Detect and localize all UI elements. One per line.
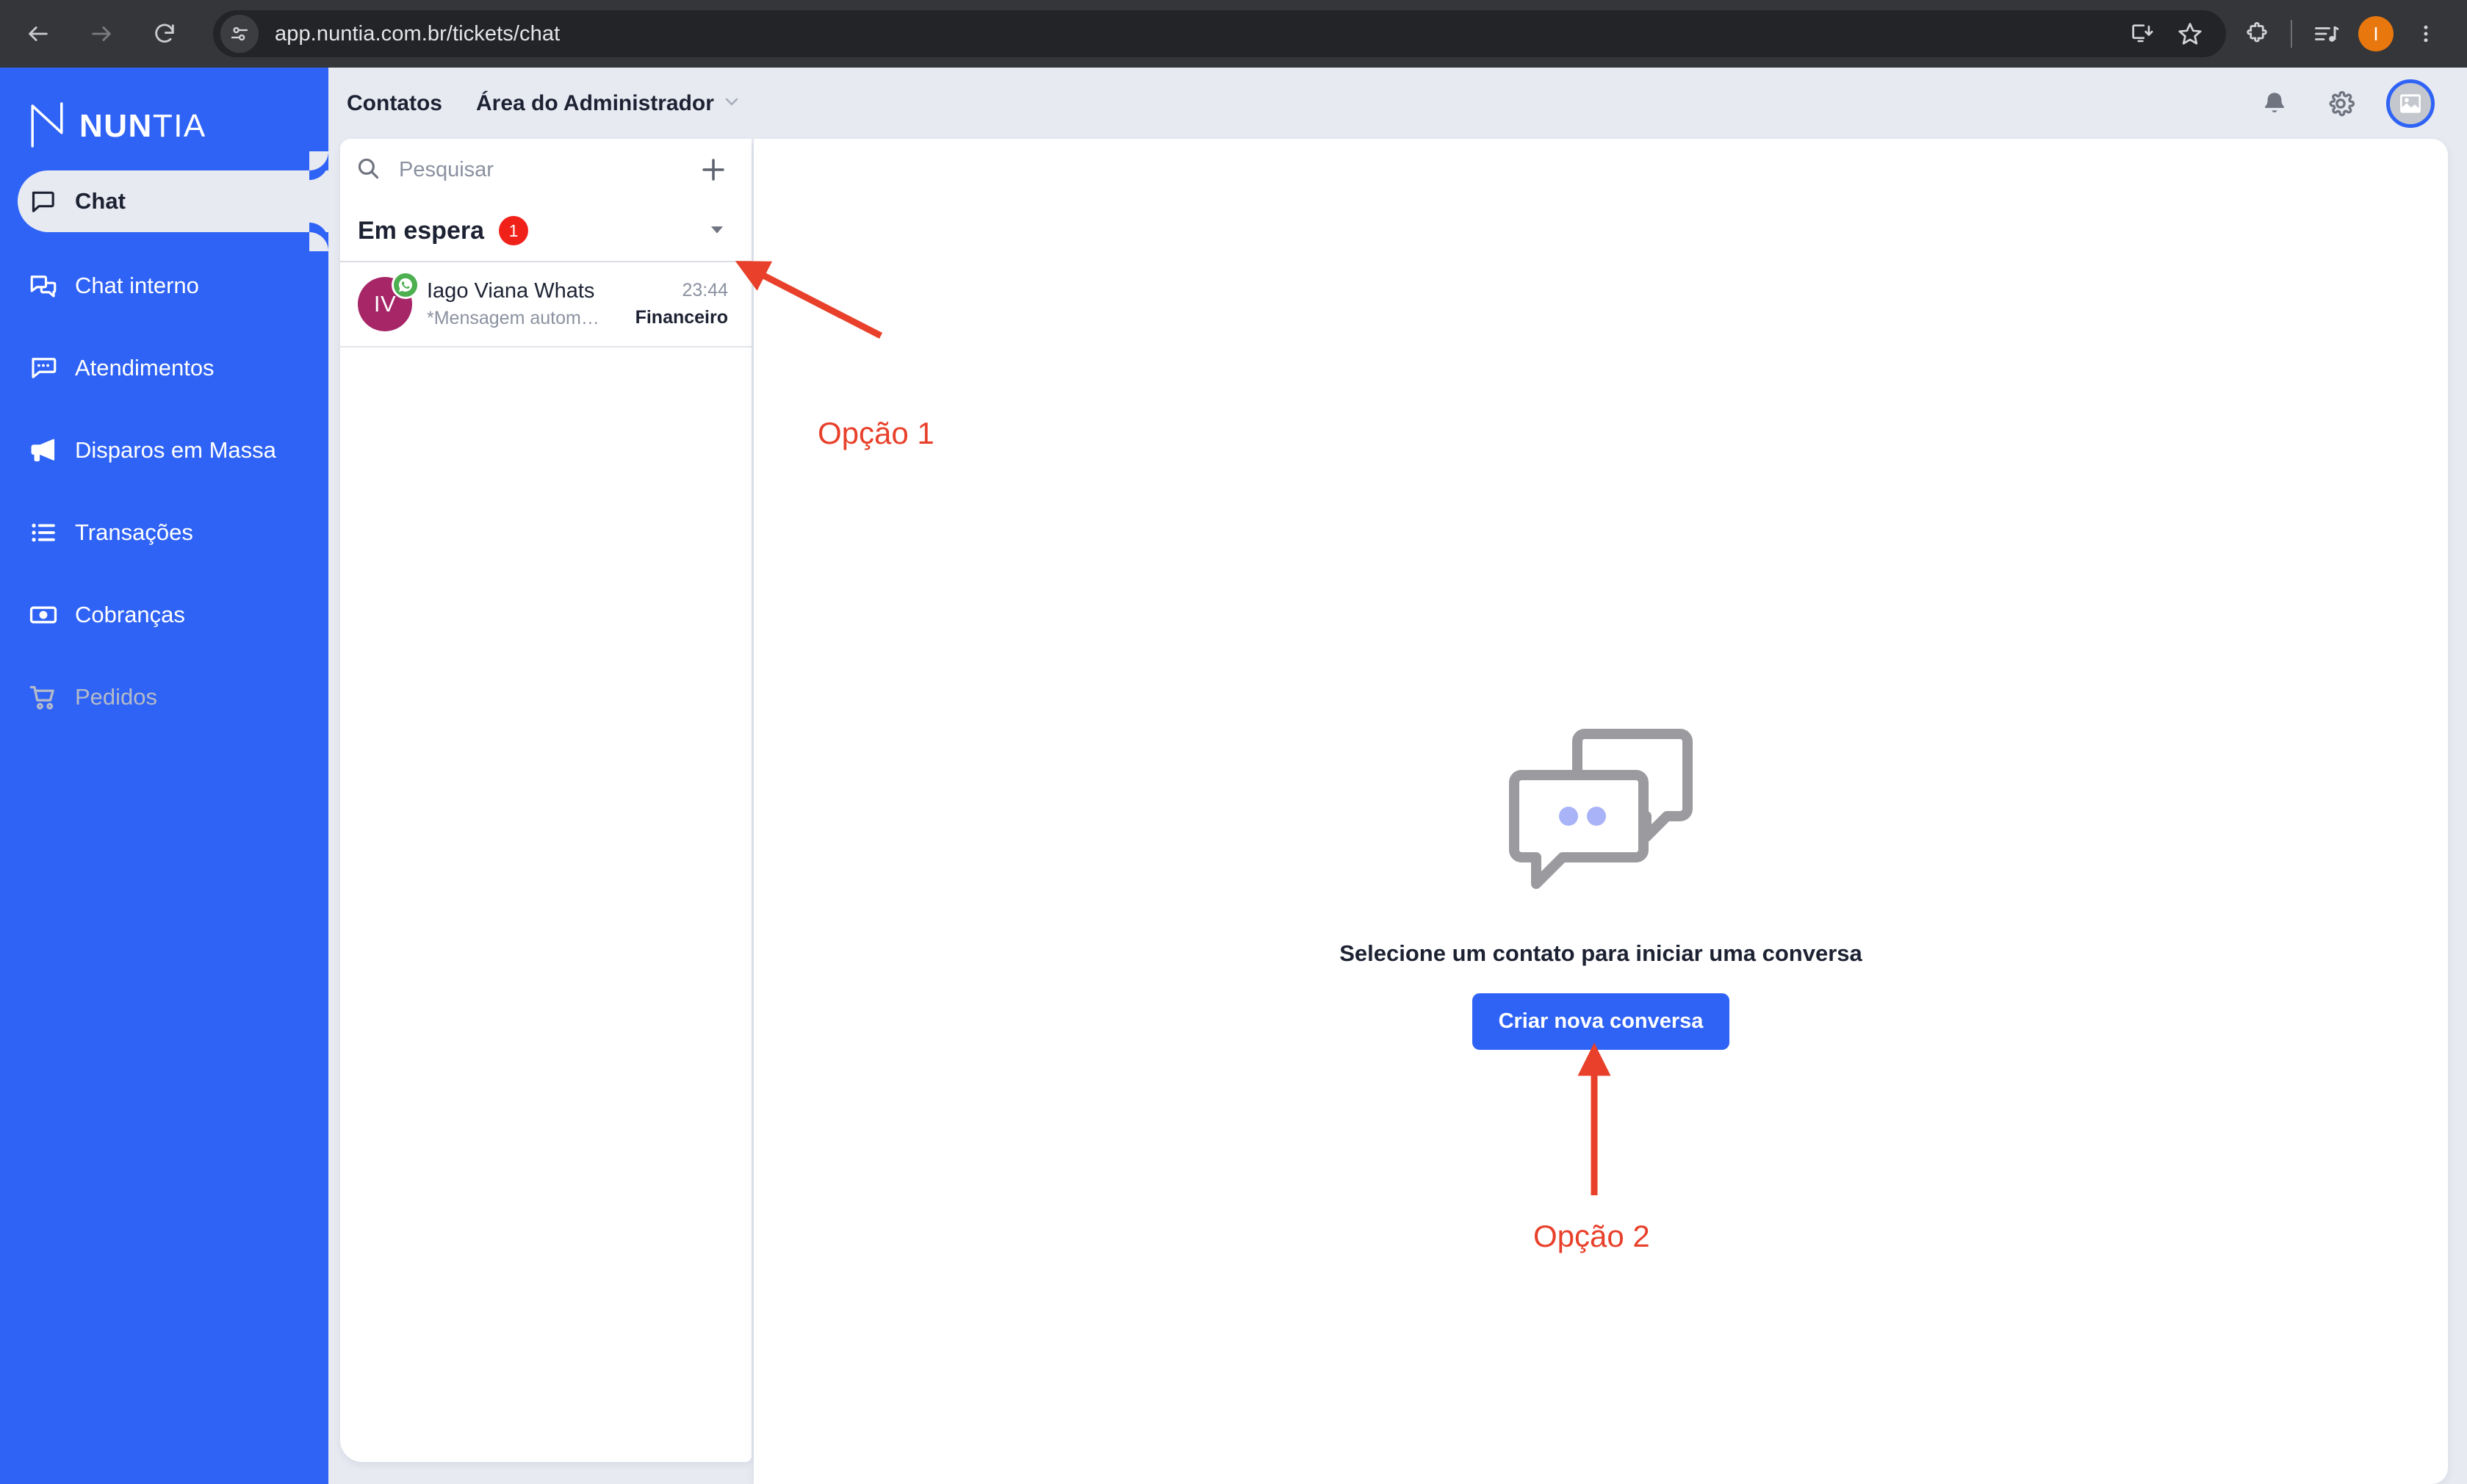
contact-meta: 23:44 Financeiro — [635, 280, 728, 328]
sidebar-item-label: Cobranças — [75, 602, 185, 627]
create-conversation-button[interactable]: Criar nova conversa — [1472, 993, 1730, 1050]
nav-contatos[interactable]: Contatos — [347, 91, 442, 116]
kebab-menu-icon — [2424, 25, 2428, 43]
sidebar-item-label: Chat — [75, 188, 126, 214]
nav-area-do-administrador-label: Área do Administrador — [476, 90, 714, 115]
sidebar-item-atendimentos[interactable]: Atendimentos — [0, 339, 328, 397]
logo-text: NUNTIA — [79, 108, 206, 145]
two-chat-bubbles-icon — [1502, 712, 1699, 898]
sidebar-item-chat[interactable]: Chat — [18, 151, 328, 251]
notifications-button[interactable] — [2248, 77, 2301, 130]
nav-area-do-administrador[interactable]: Área do Administrador — [476, 91, 741, 116]
empty-state-title: Selecione um contato para iniciar uma co… — [1339, 940, 1862, 966]
install-app-button[interactable] — [2117, 10, 2166, 58]
megaphone-icon — [28, 435, 62, 466]
sidebar-item-label: Atendimentos — [75, 355, 215, 381]
empty-state: Selecione um contato para iniciar uma co… — [754, 712, 2448, 1050]
chat-bubble-icon — [28, 187, 62, 216]
browser-profile-avatar[interactable]: I — [2358, 16, 2394, 51]
install-icon — [2132, 24, 2153, 43]
contact-snippet: *Mensagem autom… — [427, 308, 599, 328]
sidebar: NUNTIA Chat Chat interno Atendimentos Di… — [0, 68, 328, 1484]
sidebar-item-label: Chat interno — [75, 273, 199, 298]
chat-dots-icon — [28, 353, 62, 383]
bell-icon — [2264, 92, 2285, 112]
puzzle-piece-icon — [2247, 22, 2267, 43]
topbar-left-group: Contatos Área do Administrador — [328, 91, 741, 116]
status-filter-row[interactable]: Em espera 1 — [340, 201, 752, 262]
address-bar[interactable]: app.nuntia.com.br/tickets/chat — [213, 10, 2226, 57]
star-icon — [2178, 23, 2202, 45]
bookmark-button[interactable] — [2166, 10, 2214, 58]
sidebar-item-cobrancas[interactable]: Cobranças — [0, 586, 328, 644]
n-monogram-icon — [28, 101, 66, 152]
avatar-wrapper: IV — [358, 271, 419, 331]
logo-text-light: TIA — [152, 108, 206, 144]
url-text: app.nuntia.com.br/tickets/chat — [275, 21, 561, 46]
banknote-icon — [28, 599, 62, 630]
sidebar-item-pedidos[interactable]: Pedidos — [0, 669, 328, 726]
gear-icon — [2329, 90, 2355, 116]
chevron-down-icon — [723, 93, 741, 114]
search-row: Pesquisar — [340, 139, 752, 201]
app-logo[interactable]: NUNTIA — [0, 68, 328, 148]
settings-button[interactable] — [2314, 77, 2367, 130]
user-avatar-button[interactable] — [2386, 79, 2435, 128]
contact-tag: Financeiro — [635, 307, 728, 328]
browser-menu-button[interactable] — [2401, 9, 2451, 59]
reload-icon — [155, 24, 174, 43]
tune-icon — [231, 26, 248, 41]
whatsapp-icon — [392, 271, 419, 299]
image-placeholder-icon — [2400, 93, 2421, 113]
sidebar-item-label: Pedidos — [75, 684, 158, 710]
add-conversation-button[interactable] — [696, 152, 731, 187]
contact-time: 23:44 — [682, 280, 728, 300]
sidebar-item-transacoes[interactable]: Transações — [0, 504, 328, 561]
browser-forward-button[interactable] — [73, 6, 129, 62]
arrow-right-icon — [92, 26, 111, 41]
search-icon — [355, 155, 381, 185]
browser-reload-button[interactable] — [137, 6, 192, 62]
sidebar-item-chat-interno[interactable]: Chat interno — [0, 257, 328, 314]
sidebar-item-disparos-em-massa[interactable]: Disparos em Massa — [0, 422, 328, 479]
status-filter-label: Em espera — [358, 216, 484, 245]
browser-toolbar-right: I — [2232, 9, 2461, 59]
application-root: NUNTIA Chat Chat interno Atendimentos Di… — [0, 68, 2467, 1484]
double-chat-bubble-icon — [28, 270, 62, 301]
omnibox-actions — [2117, 10, 2226, 58]
site-settings-button[interactable] — [220, 15, 259, 53]
search-input[interactable]: Pesquisar — [399, 158, 696, 182]
status-count-badge: 1 — [499, 216, 528, 245]
chevron-down-icon[interactable] — [706, 218, 728, 244]
extensions-button[interactable] — [2232, 9, 2282, 59]
contact-list-item[interactable]: IV Iago Viana Whats *Mensagem autom… 23:… — [340, 262, 752, 347]
contact-name: Iago Viana Whats — [427, 279, 595, 303]
contact-main: Iago Viana Whats *Mensagem autom… — [427, 279, 627, 329]
toolbar-divider — [2291, 20, 2292, 48]
list-icon — [28, 517, 62, 548]
shopping-cart-icon — [28, 682, 62, 713]
browser-back-button[interactable] — [10, 6, 66, 62]
sidebar-item-label: Transações — [75, 519, 193, 545]
sidebar-nav-list: Chat Chat interno Atendimentos Disparos … — [0, 151, 328, 726]
conversation-panel: Selecione um contato para iniciar uma co… — [754, 139, 2448, 1484]
logo-text-bold: NUN — [79, 108, 153, 144]
sidebar-item-label: Disparos em Massa — [75, 437, 276, 463]
music-note-list-icon — [2315, 26, 2339, 42]
app-topbar: Contatos Área do Administrador — [328, 68, 2467, 139]
browser-chrome: app.nuntia.com.br/tickets/chat I — [0, 0, 2467, 68]
arrow-left-icon — [29, 26, 48, 41]
contact-list-panel: Pesquisar Em espera 1 IV Iago Viana What… — [340, 139, 752, 1462]
media-controls-button[interactable] — [2301, 9, 2351, 59]
topbar-right-group — [2235, 77, 2467, 130]
